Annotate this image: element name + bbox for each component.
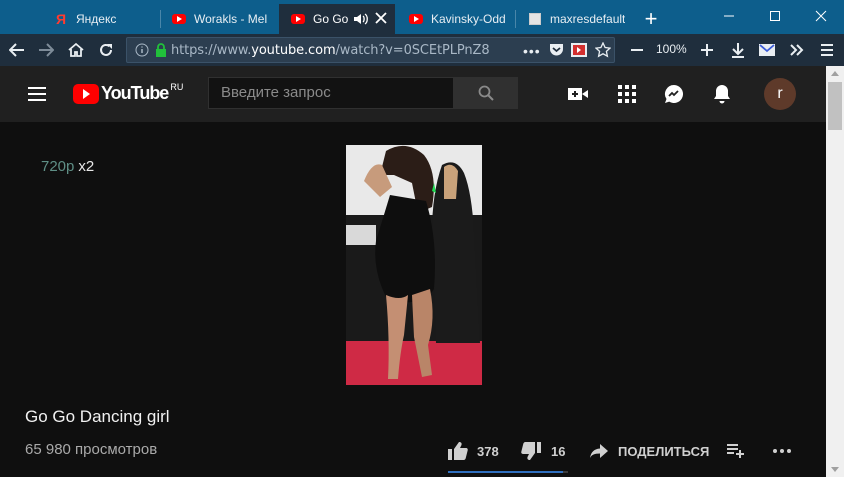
scroll-thumb[interactable] <box>828 82 842 130</box>
scroll-down-arrow[interactable] <box>831 467 839 472</box>
forward-button[interactable] <box>33 38 59 62</box>
address-url: https://www.youtube.com/watch?v=0SCEtPLP… <box>171 42 490 58</box>
apps-grid-icon[interactable] <box>615 82 639 106</box>
video-frame <box>346 145 482 385</box>
quality-label: 720p <box>41 158 75 175</box>
tab-worakls[interactable]: Worakls - Mel <box>160 4 276 34</box>
navigation-toolbar: https://www.youtube.com/watch?v=0SCEtPLP… <box>0 34 844 66</box>
speaker-icon[interactable] <box>353 12 369 29</box>
quality-indicator: 720p x2 <box>41 158 94 175</box>
overflow-chevron-icon[interactable] <box>784 38 810 62</box>
info-icon[interactable] <box>135 43 149 57</box>
youtube-extension-icon[interactable] <box>571 43 587 62</box>
thumbs-up-icon <box>448 442 478 460</box>
close-tab-icon[interactable] <box>374 11 388 28</box>
share-button[interactable]: ПОДЕЛИТЬСЯ <box>590 440 709 462</box>
address-bar[interactable]: https://www.youtube.com/watch?v=0SCEtPLP… <box>126 37 615 63</box>
youtube-icon <box>291 12 305 26</box>
account-avatar[interactable]: r <box>764 78 796 110</box>
search-button[interactable] <box>454 77 518 109</box>
share-label: ПОДЕЛИТЬСЯ <box>618 443 710 459</box>
zoom-out-button[interactable] <box>624 38 650 62</box>
like-ratio-fill <box>448 471 564 473</box>
tab-label: Worakls - Mel <box>194 12 268 26</box>
messages-icon[interactable] <box>662 82 686 106</box>
more-horizontal-icon <box>772 448 802 454</box>
scroll-up-arrow[interactable] <box>831 71 839 76</box>
maximize-button[interactable] <box>752 0 798 32</box>
notifications-bell-icon[interactable] <box>710 82 734 106</box>
back-button[interactable] <box>4 38 30 62</box>
lock-icon <box>155 43 167 57</box>
youtube-icon <box>172 12 186 26</box>
youtube-icon <box>409 12 423 26</box>
page-scrollbar[interactable] <box>826 66 844 477</box>
tab-label: Kavinsky-Odd <box>431 12 506 26</box>
save-to-playlist-button[interactable] <box>727 440 755 462</box>
thumbs-down-icon <box>521 442 551 460</box>
video-title: Go Go Dancing girl <box>25 407 170 426</box>
download-button[interactable] <box>725 38 751 62</box>
dislike-button[interactable]: 16 <box>521 440 565 462</box>
tab-strip: Я Яндекс Worakls - Mel Go Go D Kavinsky-… <box>0 0 844 34</box>
speed-label: x2 <box>78 158 95 175</box>
video-player[interactable] <box>346 145 482 385</box>
more-actions-button[interactable] <box>772 440 802 462</box>
pocket-icon[interactable] <box>549 43 564 62</box>
create-video-icon[interactable] <box>566 82 590 106</box>
image-icon <box>528 12 542 26</box>
view-count: 65 980 просмотров <box>25 441 158 458</box>
like-button[interactable]: 378 <box>448 440 499 462</box>
guide-menu-icon[interactable] <box>25 82 49 106</box>
page-actions-icon[interactable]: ••• <box>523 43 541 59</box>
reload-button[interactable] <box>93 38 119 62</box>
zoom-level[interactable]: 100% <box>656 42 687 56</box>
tab-yandex[interactable]: Я Яндекс <box>42 4 158 34</box>
region-label: RU <box>170 81 184 92</box>
home-button[interactable] <box>63 38 89 62</box>
dislike-count: 16 <box>551 443 566 459</box>
new-tab-button[interactable]: + <box>636 4 666 34</box>
tab-label: Яндекс <box>76 12 117 26</box>
like-count: 378 <box>477 443 499 459</box>
youtube-logo[interactable]: YouTube RU <box>73 81 184 104</box>
youtube-header: YouTube RU Введите запрос r <box>0 66 826 122</box>
bookmark-star-icon[interactable] <box>594 41 612 63</box>
yandex-icon: Я <box>55 11 67 27</box>
tab-label: Go Go D <box>313 12 349 26</box>
zoom-in-button[interactable] <box>694 38 720 62</box>
close-window-button[interactable] <box>798 0 844 32</box>
hamburger-menu-icon[interactable] <box>814 38 840 62</box>
minimize-button[interactable] <box>706 0 752 32</box>
tab-maxresdefault[interactable]: maxresdefault <box>516 4 634 34</box>
tab-label: maxresdefault <box>550 12 626 26</box>
search-input[interactable]: Введите запрос <box>208 77 454 109</box>
browser-window: Я Яндекс Worakls - Mel Go Go D Kavinsky-… <box>0 0 844 477</box>
youtube-logo-text: YouTube <box>101 83 169 103</box>
share-icon <box>590 444 618 458</box>
watch-page: 720p x2 Go Go Dancing girl 65 980 просмо… <box>0 122 826 477</box>
search-icon <box>478 85 494 101</box>
playlist-add-icon <box>727 444 755 458</box>
youtube-logo-icon <box>73 83 99 104</box>
tab-kavinsky[interactable]: Kavinsky-Odd <box>397 4 513 34</box>
mail-extension-icon[interactable] <box>754 38 780 62</box>
like-ratio-bar <box>448 471 568 473</box>
tab-active-gogo[interactable]: Go Go D <box>279 4 395 34</box>
